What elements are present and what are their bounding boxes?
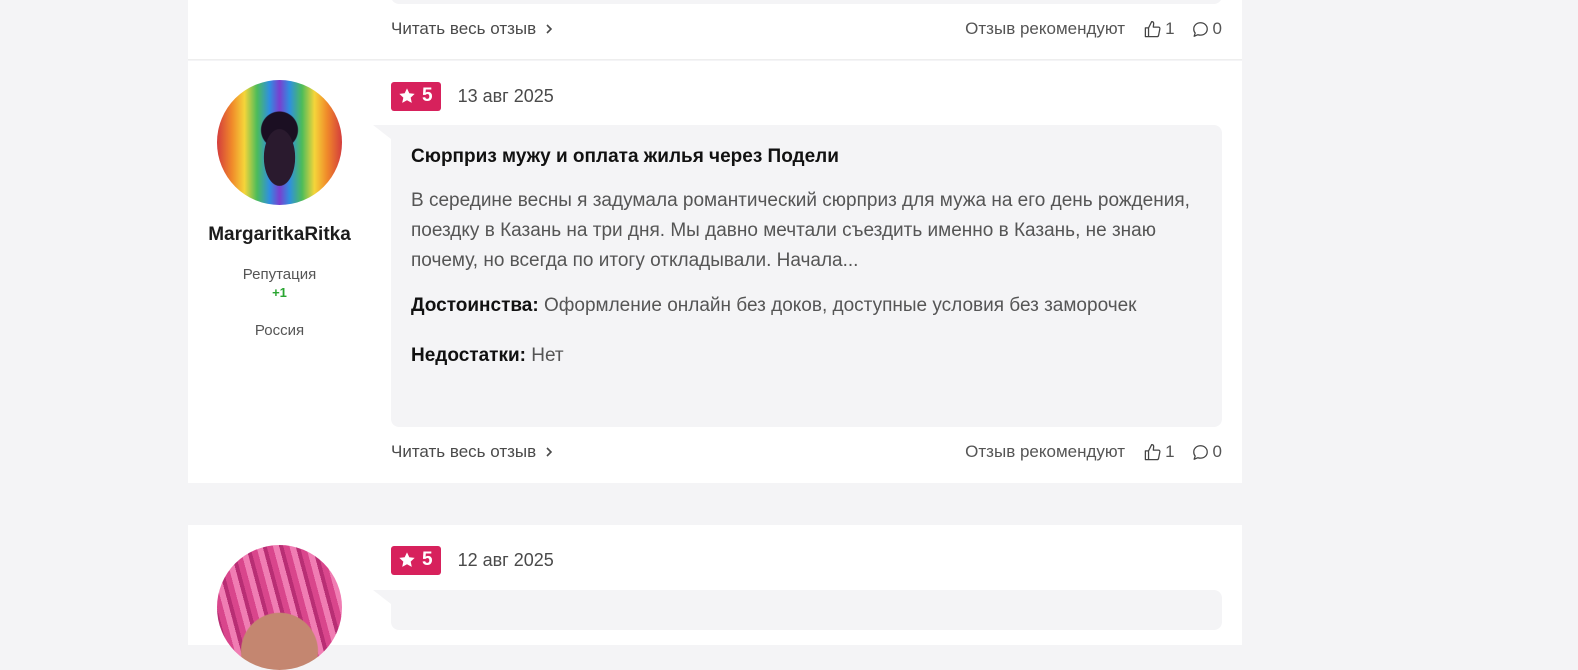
review-bubble	[373, 590, 1222, 630]
review-bubble: Сюрприз мужу и оплата жилья через Подели…	[373, 125, 1222, 427]
comments-button[interactable]: 0	[1191, 19, 1222, 39]
rating-badge: 5	[391, 81, 441, 111]
review-bubble	[391, 0, 1222, 4]
comment-count: 0	[1212, 19, 1222, 38]
star-icon	[399, 88, 415, 103]
thumbs-up-icon	[1144, 20, 1161, 37]
review-footer: Читать весь отзыв Отзыв рекомендуют 1 0	[391, 441, 1222, 463]
rating-value: 5	[422, 85, 433, 106]
like-count: 1	[1165, 19, 1175, 38]
author-name[interactable]: MargaritkaRitka	[188, 224, 371, 246]
read-full-review-link[interactable]: Читать весь отзыв	[391, 442, 554, 462]
cons-label: Недостатки:	[411, 345, 526, 366]
chevron-right-icon	[546, 24, 553, 34]
recommend-label: Отзыв рекомендуют	[965, 19, 1126, 38]
like-button[interactable]: 1	[1143, 19, 1175, 39]
review-date: 13 авг 2025	[457, 85, 554, 106]
avatar[interactable]	[217, 545, 342, 670]
reputation-value: +1	[272, 285, 287, 300]
review-pros: Достоинства: Оформление онлайн без доков…	[411, 291, 1202, 321]
avatar[interactable]	[217, 80, 342, 205]
read-full-review-link[interactable]: Читать весь отзыв	[391, 19, 554, 39]
pros-label: Достоинства:	[411, 295, 539, 316]
rating-badge: 5	[391, 545, 441, 575]
author-location: Россия	[254, 322, 305, 339]
review-card: MargaritkaRitka Репутация +1 Россия 5 13…	[188, 61, 1242, 483]
review-card: Читать весь отзыв Отзыв рекомендуют 1 0	[188, 0, 1242, 60]
comment-count: 0	[1212, 442, 1222, 461]
rating-row: 5 12 авг 2025	[391, 545, 554, 575]
review-cons: Недостатки: Нет	[411, 341, 1202, 371]
read-full-review-label: Читать весь отзыв	[391, 442, 537, 461]
rating-value: 5	[422, 549, 433, 570]
review-date: 12 авг 2025	[457, 549, 554, 570]
like-button[interactable]: 1	[1143, 442, 1175, 462]
cons-text: Нет	[531, 345, 564, 366]
comment-icon	[1192, 444, 1208, 460]
comment-icon	[1192, 21, 1208, 37]
review-footer: Читать весь отзыв Отзыв рекомендуют 1 0	[391, 18, 1222, 40]
chevron-right-icon	[546, 447, 553, 457]
review-card: 5 12 авг 2025	[188, 525, 1242, 670]
rating-row: 5 13 авг 2025	[391, 81, 554, 111]
like-count: 1	[1165, 442, 1175, 461]
thumbs-up-icon	[1144, 443, 1161, 460]
comments-button[interactable]: 0	[1191, 442, 1222, 462]
review-text: В середине весны я задумала романтически…	[411, 190, 1190, 271]
read-full-review-label: Читать весь отзыв	[391, 19, 537, 38]
recommend-label: Отзыв рекомендуют	[965, 442, 1126, 461]
reputation-label: Репутация	[242, 266, 317, 283]
pros-text: Оформление онлайн без доков, доступные у…	[543, 295, 1137, 316]
review-title[interactable]: Сюрприз мужу и оплата жилья через Подели	[411, 145, 1202, 169]
star-icon	[399, 552, 415, 567]
